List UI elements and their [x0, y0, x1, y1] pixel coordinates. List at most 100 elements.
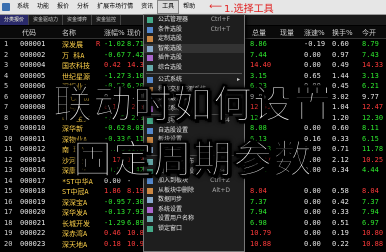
stock-code: 000002	[20, 50, 46, 59]
row-index: 1	[4, 40, 9, 48]
speed-pct: 0.00	[304, 187, 321, 195]
row-index: 18	[4, 218, 13, 227]
menu-function[interactable]: 功能	[33, 0, 53, 14]
col-name[interactable]: 名称	[62, 28, 76, 38]
row-index: 16	[4, 197, 13, 206]
total-value: 8.04	[250, 187, 267, 195]
menu-quote[interactable]: 报价	[53, 0, 73, 14]
menu-item[interactable]: 从板块中删除 Alt+D	[144, 186, 244, 196]
row-index: 3	[4, 61, 9, 69]
price: 7.42	[127, 50, 144, 59]
annotation-text: 1.选择工具	[224, 3, 274, 15]
turnover-pct: 0.42	[332, 197, 349, 206]
price: 6.89	[127, 218, 144, 227]
stock-name: 长城开发	[62, 219, 90, 228]
stock-code: 000004	[20, 61, 46, 69]
col-total[interactable]: 总量	[252, 28, 266, 38]
row-index: 17	[4, 208, 13, 216]
combo-icon	[147, 64, 153, 71]
open-price: 10.80	[362, 229, 384, 237]
col-price[interactable]: 现价	[127, 28, 141, 38]
change-pct: -0.13	[104, 208, 126, 216]
stock-name: 深深宝A	[62, 198, 88, 207]
speed-pct: 0.00	[304, 229, 321, 237]
menu-item-label: 综合选股	[158, 63, 183, 71]
total-value: 10.79	[250, 229, 272, 237]
open-price: 6.97	[362, 218, 379, 227]
menu-tools[interactable]: 工具	[157, 0, 180, 14]
menu-item[interactable]: 条件选股 Ctrl+T	[144, 25, 244, 35]
col-cur-vol[interactable]: 现量	[280, 28, 294, 38]
menu-item-shortcut: Ctrl+T	[210, 25, 230, 33]
menu-item[interactable]: 定制选股	[144, 34, 244, 44]
col-change[interactable]: 涨幅%	[104, 28, 125, 38]
open-price: 7.37	[362, 197, 379, 206]
turnover-pct: 0.51	[332, 218, 349, 227]
stock-name: 万 科A	[62, 51, 85, 60]
change-pct: 0.42	[104, 61, 121, 69]
total-value: 7.44	[250, 50, 267, 59]
plugin-icon	[147, 55, 153, 61]
col-turnover[interactable]: 换手%	[332, 28, 353, 38]
total-value: 8.86	[250, 40, 267, 48]
tab-category-quote[interactable]: 分类报价	[0, 15, 30, 25]
speed-pct: 0.00	[304, 218, 321, 227]
change-pct: 0.18	[104, 239, 121, 248]
row-index: 20	[4, 239, 13, 248]
stock-code: 000023	[20, 239, 46, 248]
instruction-annotation: ⟵ 1.选择工具	[209, 0, 273, 15]
menu-item[interactable]: 锁定窗口	[144, 224, 244, 234]
turnover-pct: 0.97	[332, 50, 349, 59]
stock-name: 深赤湾A	[62, 230, 88, 238]
menu-item-label: 从板块中删除	[158, 186, 195, 194]
total-value: 10.88	[250, 239, 272, 248]
speed-pct: 0.00	[304, 239, 321, 248]
menu-item[interactable]: 数据同步	[144, 195, 244, 205]
formula-icon	[147, 17, 153, 23]
menu-item-label: 公式管理器	[158, 16, 189, 23]
change-pct: -1.29	[104, 218, 126, 227]
menu-item[interactable]: 公式管理器 Ctrl+F	[144, 15, 244, 25]
stock-name: 深天地A	[62, 240, 88, 249]
change-pct: -0.67	[104, 50, 126, 59]
tab-fund-monitor[interactable]: 资金监控	[92, 15, 122, 25]
stock-code: 000022	[20, 229, 46, 237]
col-speed[interactable]: 涨速%	[304, 28, 325, 38]
menu-item-label: 插件选股	[158, 54, 183, 61]
menu-item[interactable]: 综合选股	[144, 63, 244, 73]
tab-fund-game[interactable]: 资金博弈	[63, 15, 93, 25]
total-value: 14.40	[250, 61, 272, 69]
filter-icon	[147, 26, 153, 33]
menu-bar: 系统 功能 报价 分析 扩展市场行情 资讯 工具 帮助 ⟵ 1.选择工具	[0, 0, 386, 15]
menu-help[interactable]: 帮助	[179, 0, 199, 14]
menu-item-shortcut: Ctrl+F	[210, 16, 230, 23]
menu-analysis[interactable]: 分析	[73, 0, 93, 14]
open-price: 8.79	[362, 40, 379, 48]
menu-news[interactable]: 资讯	[137, 0, 157, 14]
col-code[interactable]: 代码	[22, 28, 36, 38]
menu-item[interactable]: 智能选股	[144, 43, 244, 53]
menu-item[interactable]: 系统设置	[144, 205, 244, 215]
open-price: 10.88	[362, 239, 384, 248]
menu-system[interactable]: 系统	[13, 0, 33, 14]
menu-item-shortcut: Alt+D	[212, 186, 230, 194]
stock-code: 000018	[20, 187, 46, 195]
user-icon	[147, 216, 153, 222]
price: 7.30	[127, 197, 144, 206]
menu-extended-market[interactable]: 扩展市场行情	[93, 0, 137, 14]
change-pct: 0.46	[104, 229, 121, 237]
menu-item-label: 智能选股	[158, 44, 183, 52]
speed-pct: 0.00	[304, 208, 321, 216]
overlay-title-line1: 联动时如何设置	[52, 83, 333, 129]
menu-item[interactable]: 设置用户名称	[144, 214, 244, 224]
tab-fund-drive[interactable]: 资金驱动力	[29, 15, 64, 25]
menu-item[interactable]: 插件选股	[144, 53, 244, 63]
open-price: 8.04	[362, 187, 379, 195]
turnover-pct: 0.58	[332, 187, 349, 195]
col-open[interactable]: 今开	[362, 28, 376, 38]
turnover-pct: 0.49	[332, 61, 349, 69]
change-pct: 1.86	[104, 187, 121, 195]
settings-icon	[147, 206, 153, 213]
remove-icon	[147, 187, 153, 194]
custom-icon	[147, 36, 153, 42]
